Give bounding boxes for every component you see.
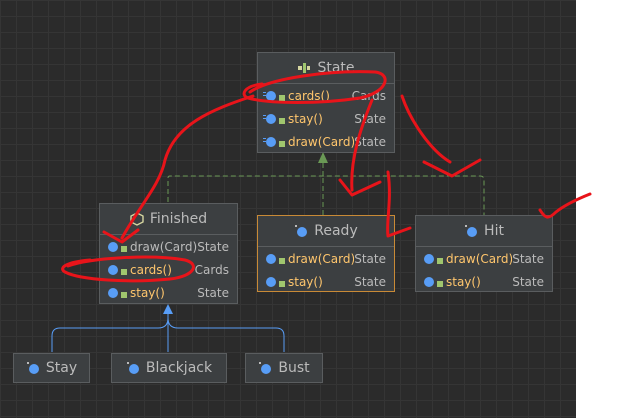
method-icon [266,253,285,264]
class-icon [26,362,39,374]
return-type: State [197,239,229,254]
return-type: State [354,111,386,126]
method-name: draw(Card) [288,134,355,149]
class-node-state[interactable]: State cards() Cards stay() State draw(Ca… [257,52,395,153]
side-margin [576,0,644,418]
method-row[interactable]: draw(Card) State [258,247,394,270]
class-node-blackjack[interactable]: Blackjack [111,353,227,383]
class-name: Hit [484,223,504,239]
class-name: Finished [149,211,208,227]
return-type: Cards [351,88,386,103]
method-row[interactable]: stay() State [258,270,394,293]
method-name: stay() [130,285,165,300]
class-icon [295,225,308,237]
abstract-class-icon [130,212,144,226]
method-icon [266,276,285,287]
class-node-finished[interactable]: Finished draw(Card) State cards() Cards … [99,203,238,304]
return-type: Cards [194,262,229,277]
method-name: stay() [288,111,323,126]
class-header: Hit [416,216,552,247]
method-icon [263,90,285,101]
class-icon [126,362,139,374]
return-type: State [512,251,544,266]
method-name: draw(Card) [130,239,198,254]
class-name: Stay [45,360,78,376]
method-icon [424,276,443,287]
return-type: State [354,251,386,266]
interface-icon [298,63,311,73]
class-header: Blackjack [112,354,226,382]
method-name: stay() [446,274,481,289]
class-node-stay[interactable]: Stay [13,353,90,383]
class-header: Stay [14,354,89,382]
method-icon [424,253,443,264]
return-type: State [354,274,386,289]
method-row[interactable]: stay() State [258,107,394,130]
class-header: Bust [246,354,322,382]
method-row[interactable]: draw(Card) State [416,247,552,270]
class-header: State [258,53,394,84]
class-header: Ready [258,216,394,247]
return-type: State [354,134,386,149]
class-icon [259,362,272,374]
method-icon [108,287,127,298]
method-name: stay() [288,274,323,289]
class-name: State [317,60,355,76]
method-icon [108,264,127,275]
method-name: cards() [130,262,172,277]
method-row[interactable]: stay() State [416,270,552,293]
class-name: Bust [278,360,310,376]
method-row[interactable]: cards() Cards [258,84,394,107]
method-name: draw(Card) [288,251,355,266]
method-name: draw(Card) [446,251,513,266]
return-type: State [512,274,544,289]
class-icon [465,225,478,237]
method-icon [263,136,285,147]
method-row[interactable]: stay() State [100,281,237,304]
method-icon [108,241,127,252]
return-type: State [197,285,229,300]
class-header: Finished [100,204,237,235]
class-node-bust[interactable]: Bust [245,353,323,383]
method-row[interactable]: cards() Cards [100,258,237,281]
class-name: Ready [314,223,358,239]
class-node-hit[interactable]: Hit draw(Card) State stay() State [415,215,553,292]
method-row[interactable]: draw(Card) State [100,235,237,258]
class-node-ready[interactable]: Ready draw(Card) State stay() State [257,215,395,292]
class-name: Blackjack [145,360,213,376]
method-name: cards() [288,88,330,103]
method-icon [263,113,285,124]
method-row[interactable]: draw(Card) State [258,130,394,153]
